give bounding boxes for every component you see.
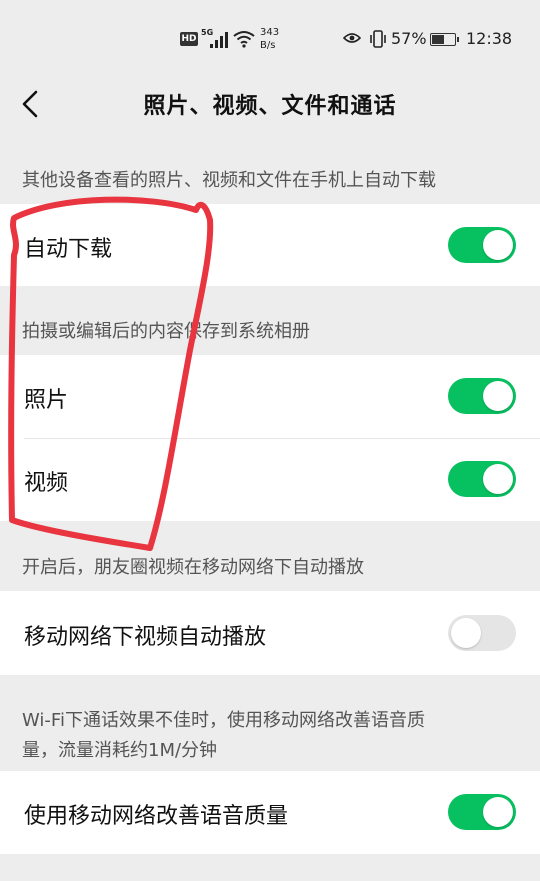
caption-line: Wi-Fi下通话效果不佳时，使用移动网络改善语音质 (22, 710, 425, 731)
auto-download-toggle[interactable] (448, 227, 516, 263)
mobile-autoplay-toggle[interactable] (448, 615, 516, 651)
wifi-icon (233, 31, 255, 48)
battery-icon (430, 33, 459, 46)
save-photo-toggle[interactable] (448, 378, 516, 414)
eye-icon (343, 33, 361, 43)
signal-icon (210, 32, 230, 48)
section-caption-auto-download: 其他设备查看的照片、视频和文件在手机上自动下载 (22, 170, 436, 191)
net-speed-value: 343 (260, 27, 280, 38)
setting-row-mobile-autoplay[interactable]: 移动网络下视频自动播放 (0, 591, 540, 675)
voice-quality-toggle[interactable] (448, 794, 516, 830)
section-caption-autoplay: 开启后，朋友圈视频在移动网络下自动播放 (22, 557, 364, 578)
net-speed-unit: B/s (260, 40, 276, 51)
setting-row-voice-quality[interactable]: 使用移动网络改善语音质量 (0, 771, 540, 854)
setting-row-auto-download[interactable]: 自动下载 (0, 204, 540, 286)
setting-label: 使用移动网络改善语音质量 (24, 804, 289, 829)
net-speed: 343 B/s (260, 26, 279, 52)
setting-label: 照片 (24, 388, 69, 413)
setting-label: 视频 (24, 471, 69, 496)
caption-line: 量，流量消耗约1M/分钟 (22, 740, 218, 761)
settings-group-save-to-album: 照片 视频 (0, 355, 540, 521)
save-video-toggle[interactable] (448, 461, 516, 497)
nav-bar: 照片、视频、文件和通话 (0, 80, 540, 136)
clock: 12:38 (466, 29, 513, 48)
setting-label: 移动网络下视频自动播放 (24, 625, 267, 650)
hd-badge: HD (180, 32, 198, 46)
section-caption-save-to-album: 拍摄或编辑后的内容保存到系统相册 (22, 321, 310, 342)
battery-percent: 57% (391, 29, 427, 48)
status-bar: HD 5G 343 B/s 57% 12:38 (0, 0, 540, 80)
setting-row-video[interactable]: 视频 (0, 439, 540, 521)
vibrate-icon (370, 30, 386, 48)
setting-row-photo[interactable]: 照片 (0, 355, 540, 438)
section-caption-voice-quality: Wi-Fi下通话效果不佳时，使用移动网络改善语音质 量，流量消耗约1M/分钟 (22, 706, 518, 766)
setting-label: 自动下载 (24, 237, 113, 262)
page-title: 照片、视频、文件和通话 (143, 94, 397, 119)
